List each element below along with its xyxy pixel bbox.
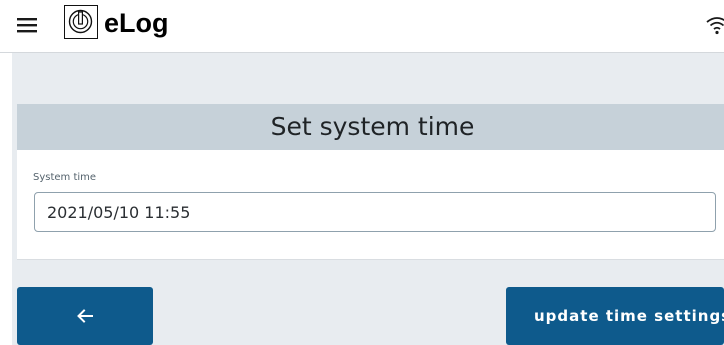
- side-rail: [0, 53, 12, 345]
- arrow-left-icon: [77, 309, 93, 323]
- system-time-input[interactable]: [34, 192, 716, 232]
- system-time-card: System time: [17, 150, 724, 260]
- update-time-settings-button[interactable]: update time settings: [506, 287, 724, 345]
- top-app-bar: eLog: [0, 0, 724, 53]
- system-time-label: System time: [33, 172, 97, 183]
- app-name: eLog: [104, 8, 169, 38]
- hamburger-menu-icon[interactable]: [15, 13, 39, 37]
- wifi-icon: [705, 13, 724, 37]
- card-header: Set system time: [17, 104, 724, 150]
- page-title: Set system time: [270, 112, 475, 141]
- power-symbol-logo-icon: [64, 5, 98, 39]
- back-button[interactable]: [17, 287, 153, 345]
